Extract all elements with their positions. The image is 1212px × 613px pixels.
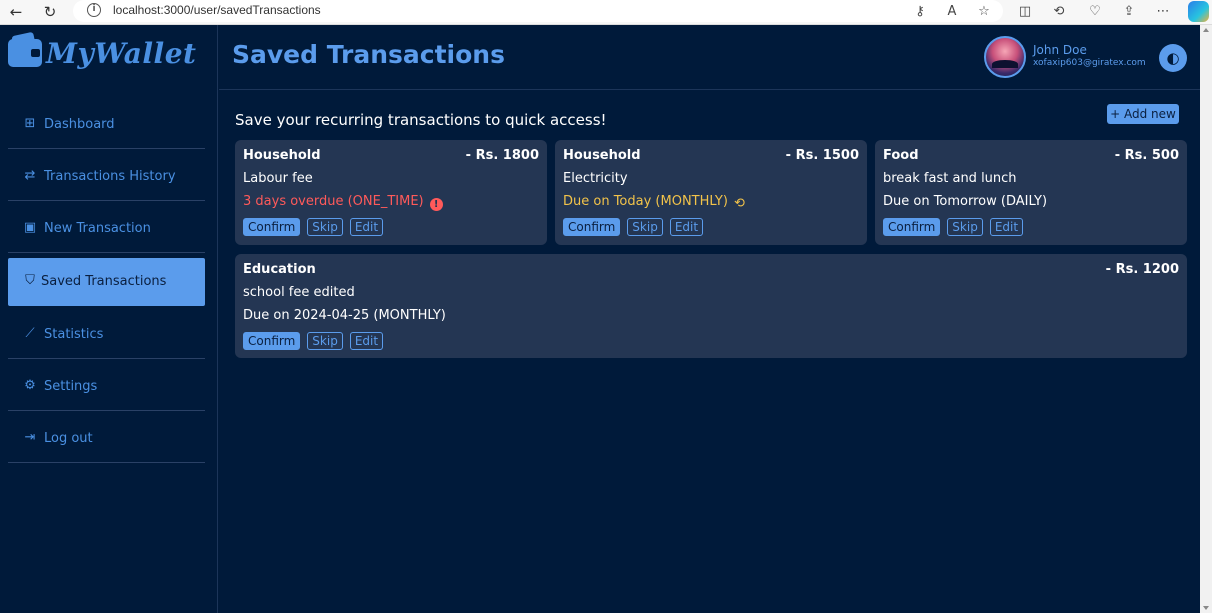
logo-text: MyWallet [46,37,197,70]
split-screen-icon[interactable]: ◫ [1016,3,1034,21]
gear-icon: ⚙ [24,378,36,393]
main-content: Save your recurring transactions to quic… [219,91,1200,613]
arrows-exchange-icon: ⇄ [24,168,36,183]
sidebar-item-label: Log out [44,431,93,446]
edit-button[interactable]: Edit [989,218,1024,236]
refresh-icon[interactable]: ↻ [40,3,60,21]
card-category: Education [243,262,316,277]
user-email: xofaxip603@giratex.com [1033,58,1146,68]
sidebar-item-label: New Transaction [44,221,151,236]
bookmark-icon: ⛉ [25,273,35,288]
card-due-status: 3 days overdue (ONE_TIME)! [243,194,443,211]
sidebar-item-statistics[interactable]: ⟋ Statistics [8,311,205,359]
sidebar-item-label: Dashboard [44,117,115,132]
confirm-button[interactable]: Confirm [243,218,301,236]
card-due-status: Due on Tomorrow (DAILY) [883,194,1048,209]
due-text: 3 days overdue (ONE_TIME) [243,194,424,209]
scroll-down-icon[interactable] [1203,606,1209,610]
skip-button[interactable]: Skip [947,218,983,236]
card-due-status: Due on 2024-04-25 (MONTHLY) [243,308,446,323]
card-actions: Confirm Skip Edit [563,218,710,236]
url-text: localhost:3000/user/savedTransactions [113,3,321,17]
key-icon[interactable]: ⚷ [911,3,929,21]
sidebar-item-transactions-history[interactable]: ⇄ Transactions History [8,153,205,201]
sidebar-item-label: Transactions History [44,169,176,184]
saved-transaction-card: Household - Rs. 1500 Electricity Due on … [555,140,867,245]
scroll-up-icon[interactable] [1203,28,1209,32]
due-text: Due on Today (MONTHLY) [563,194,728,209]
copilot-icon[interactable] [1188,1,1209,22]
logout-icon: ⇥ [24,430,36,445]
skip-button[interactable]: Skip [307,218,343,236]
sidebar-item-settings[interactable]: ⚙ Settings [8,363,205,411]
history-icon[interactable]: ⟲ [1050,3,1068,21]
share-icon[interactable]: ⇪ [1120,3,1138,21]
page-subtitle: Save your recurring transactions to quic… [235,111,607,129]
alert-icon: ! [429,198,443,211]
page-header: Saved Transactions John Doe xofaxip603@g… [219,25,1200,90]
card-actions: Confirm Skip Edit [243,332,390,350]
grid-icon: ⊞ [24,116,36,131]
theme-toggle-button[interactable]: ◐ [1159,44,1187,72]
sidebar-item-label: Statistics [44,327,104,342]
page-title: Saved Transactions [232,40,505,69]
saved-transaction-card: Food - Rs. 500 break fast and lunch Due … [875,140,1187,245]
history-icon: ⟲ [733,196,745,211]
card-category: Food [883,148,919,163]
address-bar[interactable]: i localhost:3000/user/savedTransactions … [73,0,1003,22]
browser-toolbar: ← ↻ i localhost:3000/user/savedTransacti… [0,0,1212,25]
edit-button[interactable]: Edit [669,218,704,236]
sidebar-item-label: Settings [44,379,98,394]
avatar[interactable] [984,36,1026,78]
scrollbar[interactable] [1200,25,1212,613]
add-new-button[interactable]: + Add new [1107,104,1179,124]
sidebar-item-label: Saved Transactions [41,274,167,289]
card-due-status: Due on Today (MONTHLY) ⟲ [563,194,745,211]
confirm-button[interactable]: Confirm [563,218,621,236]
card-amount: - Rs. 1200 [1105,262,1179,277]
sidebar: MyWallet ⊞ Dashboard ⇄ Transactions Hist… [0,25,218,613]
card-actions: Confirm Skip Edit [243,218,390,236]
card-category: Household [243,148,321,163]
saved-transaction-card: Household - Rs. 1800 Labour fee 3 days o… [235,140,547,245]
read-aloud-icon[interactable]: A [943,3,961,21]
card-description: school fee edited [243,285,355,300]
sidebar-item-dashboard[interactable]: ⊞ Dashboard [8,101,205,149]
user-name: John Doe [1033,43,1087,57]
confirm-button[interactable]: Confirm [243,332,301,350]
edit-button[interactable]: Edit [349,218,384,236]
more-icon[interactable]: ⋯ [1154,3,1172,21]
edit-button[interactable]: Edit [349,332,384,350]
wallet-icon [8,39,42,67]
card-amount: - Rs. 1500 [785,148,859,163]
sidebar-item-saved-transactions[interactable]: ⛉ Saved Transactions [8,258,205,306]
confirm-button[interactable]: Confirm [883,218,941,236]
line-chart-icon: ⟋ [25,326,35,341]
card-description: Labour fee [243,171,313,186]
star-icon[interactable]: ☆ [975,3,993,21]
card-actions: Confirm Skip Edit [883,218,1030,236]
sidebar-item-new-transaction[interactable]: ▣ New Transaction [8,205,205,253]
skip-button[interactable]: Skip [627,218,663,236]
theme-icon: ◐ [1166,49,1180,67]
card-amount: - Rs. 1800 [465,148,539,163]
back-arrow-icon[interactable]: ← [6,3,26,21]
saved-transaction-card: Education - Rs. 1200 school fee edited D… [235,254,1187,358]
skip-button[interactable]: Skip [307,332,343,350]
sidebar-item-log-out[interactable]: ⇥ Log out [8,415,205,463]
card-amount: - Rs. 500 [1114,148,1179,163]
card-description: Electricity [563,171,628,186]
info-icon[interactable]: i [87,3,101,17]
card-category: Household [563,148,641,163]
card-description: break fast and lunch [883,171,1017,186]
calendar-plus-icon: ▣ [23,220,37,235]
extensions-icon[interactable]: ♡ [1086,3,1104,21]
